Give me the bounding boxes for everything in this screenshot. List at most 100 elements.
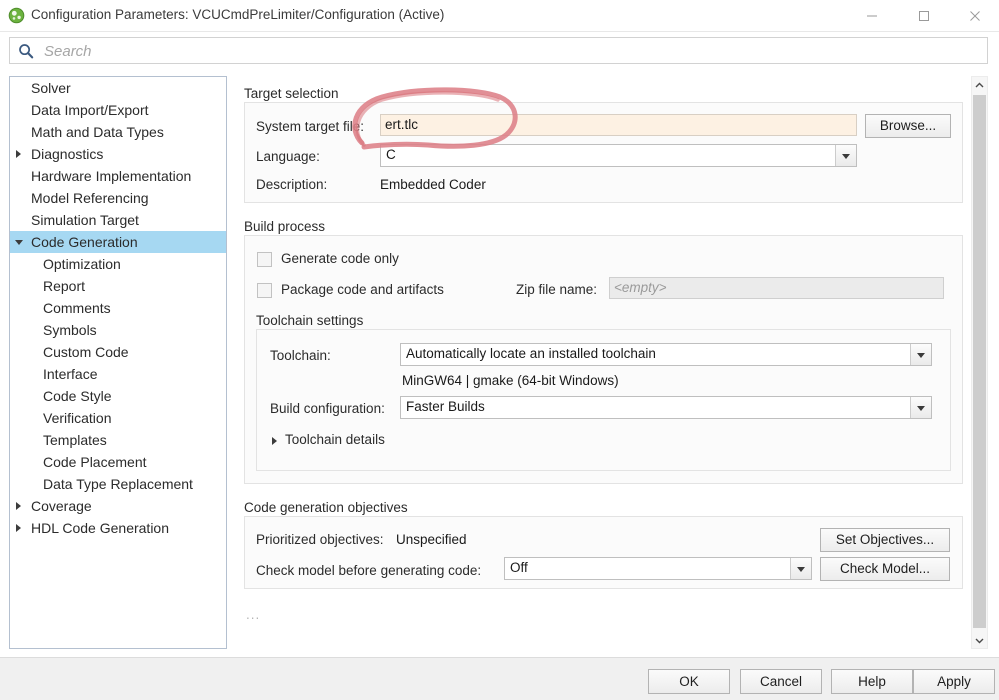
sidebar-item-hardware-implementation[interactable]: Hardware Implementation bbox=[10, 165, 226, 187]
settings-tree[interactable]: Solver Data Import/Export Math and Data Ty… bbox=[9, 76, 227, 649]
help-button[interactable]: Help bbox=[831, 669, 913, 694]
toolchain-value: Automatically locate an installed toolch… bbox=[406, 346, 656, 361]
check-model-button[interactable]: Check Model... bbox=[820, 557, 950, 581]
search-bar[interactable] bbox=[9, 37, 988, 65]
sidebar-item-templates[interactable]: Templates bbox=[10, 429, 226, 451]
chevron-down-icon[interactable] bbox=[15, 240, 23, 245]
package-code-checkbox[interactable] bbox=[257, 283, 272, 298]
sidebar-item-label: Simulation Target bbox=[31, 212, 139, 228]
sidebar-item-label: Report bbox=[43, 278, 86, 294]
chevron-down-icon[interactable] bbox=[910, 344, 931, 365]
sidebar-item-label: Code Style bbox=[43, 388, 112, 404]
browse-button[interactable]: Browse... bbox=[865, 114, 951, 138]
sidebar-item-label: Data Type Replacement bbox=[43, 476, 193, 492]
sidebar-item-label: Math and Data Types bbox=[31, 124, 164, 140]
apply-button[interactable]: Apply bbox=[913, 669, 995, 694]
sidebar-item-code-placement[interactable]: Code Placement bbox=[10, 451, 226, 473]
sidebar-item-coverage[interactable]: Coverage bbox=[10, 495, 226, 517]
chevron-down-icon[interactable] bbox=[910, 397, 931, 418]
chevron-right-icon[interactable] bbox=[16, 524, 21, 532]
search-icon bbox=[18, 43, 34, 59]
sidebar-item-label: Templates bbox=[43, 432, 107, 448]
sidebar-item-label: Verification bbox=[43, 410, 112, 426]
minimize-icon[interactable] bbox=[849, 0, 894, 31]
chevron-up-icon[interactable] bbox=[972, 77, 987, 93]
title-bar: Configuration Parameters: VCUCmdPreLimit… bbox=[0, 0, 999, 32]
language-value: C bbox=[386, 147, 396, 162]
sidebar-item-label: Code Generation bbox=[31, 234, 138, 250]
check-model-combo[interactable]: Off bbox=[504, 557, 812, 580]
sidebar-item-label: Hardware Implementation bbox=[31, 168, 192, 184]
sidebar-item-label: Model Referencing bbox=[31, 190, 149, 206]
sidebar-item-model-referencing[interactable]: Model Referencing bbox=[10, 187, 226, 209]
toolchain-settings-title: Toolchain settings bbox=[256, 313, 364, 328]
cancel-button[interactable]: Cancel bbox=[740, 669, 822, 694]
scrollbar-thumb[interactable] bbox=[973, 95, 986, 628]
sidebar-item-label: Symbols bbox=[43, 322, 97, 338]
language-combo[interactable]: C bbox=[380, 144, 857, 167]
chevron-right-icon bbox=[272, 437, 277, 445]
close-icon[interactable] bbox=[952, 0, 997, 31]
sidebar-item-solver[interactable]: Solver bbox=[10, 77, 226, 99]
search-input[interactable] bbox=[42, 38, 976, 65]
sidebar-item-interface[interactable]: Interface bbox=[10, 363, 226, 385]
sidebar-item-label: Code Placement bbox=[43, 454, 147, 470]
code-generation-objectives-title: Code generation objectives bbox=[244, 500, 408, 515]
sidebar-item-label: Interface bbox=[43, 366, 98, 382]
sidebar-item-data-import-export[interactable]: Data Import/Export bbox=[10, 99, 226, 121]
sidebar-item-label: Comments bbox=[43, 300, 111, 316]
chevron-down-icon[interactable] bbox=[972, 632, 987, 648]
chevron-right-icon[interactable] bbox=[16, 502, 21, 510]
sidebar-item-code-style[interactable]: Code Style bbox=[10, 385, 226, 407]
maximize-icon[interactable] bbox=[901, 0, 946, 31]
sidebar-item-optimization[interactable]: Optimization bbox=[10, 253, 226, 275]
dialog-footer: OK Cancel Help Apply bbox=[0, 657, 999, 700]
sidebar-item-math-and-data-types[interactable]: Math and Data Types bbox=[10, 121, 226, 143]
build-configuration-value: Faster Builds bbox=[406, 399, 485, 414]
description-value: Embedded Coder bbox=[380, 177, 486, 192]
zip-file-name-field: <empty> bbox=[609, 277, 944, 299]
set-objectives-button[interactable]: Set Objectives... bbox=[820, 528, 950, 552]
check-model-label: Check model before generating code: bbox=[256, 563, 482, 578]
toolchain-combo[interactable]: Automatically locate an installed toolch… bbox=[400, 343, 932, 366]
sidebar-item-diagnostics[interactable]: Diagnostics bbox=[10, 143, 226, 165]
sidebar-item-label: Diagnostics bbox=[31, 146, 104, 162]
zip-file-name-label: Zip file name: bbox=[516, 282, 598, 297]
sidebar-item-code-generation[interactable]: Code Generation bbox=[10, 231, 226, 253]
build-process-title: Build process bbox=[244, 219, 326, 234]
system-target-file-label: System target file: bbox=[256, 119, 365, 134]
toolchain-label: Toolchain: bbox=[270, 348, 331, 363]
settings-panel: Target selection System target file: ert… bbox=[236, 76, 971, 649]
overflow-indicator[interactable]: ... bbox=[246, 607, 260, 622]
sidebar-item-label: HDL Code Generation bbox=[31, 520, 170, 536]
prioritized-objectives-label: Prioritized objectives: bbox=[256, 532, 384, 547]
chevron-right-icon[interactable] bbox=[16, 150, 21, 158]
sidebar-item-symbols[interactable]: Symbols bbox=[10, 319, 226, 341]
window-title: Configuration Parameters: VCUCmdPreLimit… bbox=[31, 7, 445, 22]
toolchain-details-label: Toolchain details bbox=[285, 432, 385, 447]
ok-button[interactable]: OK bbox=[648, 669, 730, 694]
generate-code-only-checkbox[interactable] bbox=[257, 252, 272, 267]
build-configuration-combo[interactable]: Faster Builds bbox=[400, 396, 932, 419]
generate-code-only-label[interactable]: Generate code only bbox=[281, 251, 399, 266]
sidebar-item-simulation-target[interactable]: Simulation Target bbox=[10, 209, 226, 231]
sidebar-item-custom-code[interactable]: Custom Code bbox=[10, 341, 226, 363]
chevron-down-icon[interactable] bbox=[835, 145, 856, 166]
description-label: Description: bbox=[256, 177, 328, 192]
sidebar-item-label: Solver bbox=[31, 80, 71, 96]
chevron-down-icon[interactable] bbox=[790, 558, 811, 579]
sidebar-item-comments[interactable]: Comments bbox=[10, 297, 226, 319]
vertical-scrollbar[interactable] bbox=[971, 76, 988, 649]
sidebar-item-label: Optimization bbox=[43, 256, 121, 272]
toolchain-details-expander[interactable]: Toolchain details bbox=[272, 432, 385, 447]
package-code-label[interactable]: Package code and artifacts bbox=[281, 282, 444, 297]
system-target-file-field[interactable]: ert.tlc bbox=[380, 114, 857, 136]
sidebar-item-data-type-replacement[interactable]: Data Type Replacement bbox=[10, 473, 226, 495]
sidebar-item-verification[interactable]: Verification bbox=[10, 407, 226, 429]
sidebar-item-label: Data Import/Export bbox=[31, 102, 149, 118]
sidebar-item-hdl-code-generation[interactable]: HDL Code Generation bbox=[10, 517, 226, 539]
build-configuration-label: Build configuration: bbox=[270, 401, 385, 416]
sidebar-item-report[interactable]: Report bbox=[10, 275, 226, 297]
simulink-icon bbox=[8, 7, 25, 24]
prioritized-objectives-value: Unspecified bbox=[396, 532, 467, 547]
